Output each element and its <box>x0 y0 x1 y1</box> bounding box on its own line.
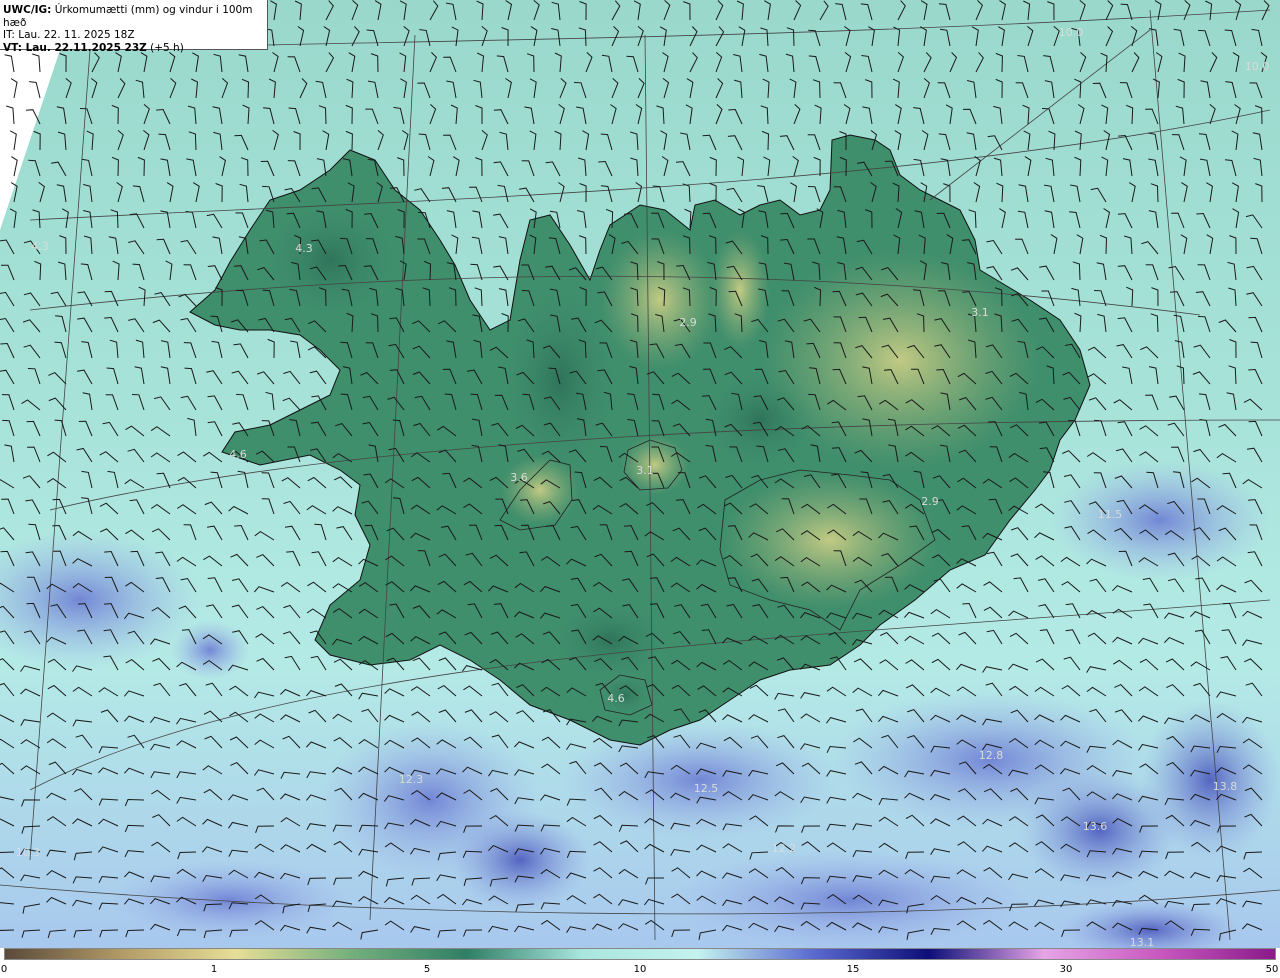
colorbar-tick: 0 <box>0 964 8 975</box>
max-value-label: 3.1 <box>971 306 989 319</box>
colorbar-tick: 30 <box>1059 964 1073 975</box>
valid-time: VT: Lau. 22.11.2025 23Z <box>3 41 147 54</box>
colorbar-tick: 15 <box>846 964 860 975</box>
max-value-label: 4.3 <box>295 242 313 255</box>
max-value-label: 10.3 <box>16 846 41 859</box>
max-value-label: 13.8 <box>1213 780 1238 793</box>
colorbar-tick: 10 <box>633 964 647 975</box>
title-line: UWC/IG: Úrkomumætti (mm) og vindur i 100… <box>3 4 267 29</box>
forecast-map: 4.3 2.9 3.1 4.6 3.6 3.1 2.9 4.6 12.3 12.5 12.8 13.6… <box>0 0 1280 948</box>
max-value-label: 10.0 <box>1245 60 1270 73</box>
valid-offset: (+5 h) <box>150 41 184 54</box>
max-value-label: 3.6 <box>510 471 528 484</box>
max-value-label: 2.9 <box>679 316 697 329</box>
colorbar-gradient <box>4 948 1276 960</box>
max-value-label: 4.6 <box>229 448 247 461</box>
map-info-box: UWC/IG: Úrkomumætti (mm) og vindur i 100… <box>0 0 268 54</box>
max-value-label: 10.0 <box>1059 26 1084 39</box>
max-value-label: 2.9 <box>921 495 939 508</box>
map-canvas: 4.3 2.9 3.1 4.6 3.6 3.1 2.9 4.6 12.3 12.5 12.8 13.6… <box>0 0 1280 948</box>
max-value-label: 12.8 <box>979 749 1004 762</box>
valid-time-line: VT: Lau. 22.11.2025 23Z (+5 h) <box>3 42 267 55</box>
colorbar-legend: 0 1 5 10 15 30 50 <box>0 948 1280 978</box>
max-value-label: 13.1 <box>1130 936 1155 948</box>
max-value-label: 4.3 <box>31 240 49 253</box>
max-value-label: 12.3 <box>399 773 424 786</box>
model-name: UWC/IG: <box>3 4 52 16</box>
max-value-label: 12.2 <box>772 842 797 855</box>
colorbar-tick: 5 <box>423 964 431 975</box>
max-value-label: 12.5 <box>694 782 719 795</box>
colorbar-tick: 1 <box>210 964 218 975</box>
max-value-label: 11.5 <box>1098 508 1123 521</box>
colorbar-tick: 50 <box>1265 964 1279 975</box>
max-value-label: 13.6 <box>1083 820 1108 833</box>
max-value-label: 3.1 <box>636 464 654 477</box>
max-value-label: 4.6 <box>607 692 625 705</box>
init-time: IT: Lau. 22. 11. 2025 18Z <box>3 29 135 41</box>
